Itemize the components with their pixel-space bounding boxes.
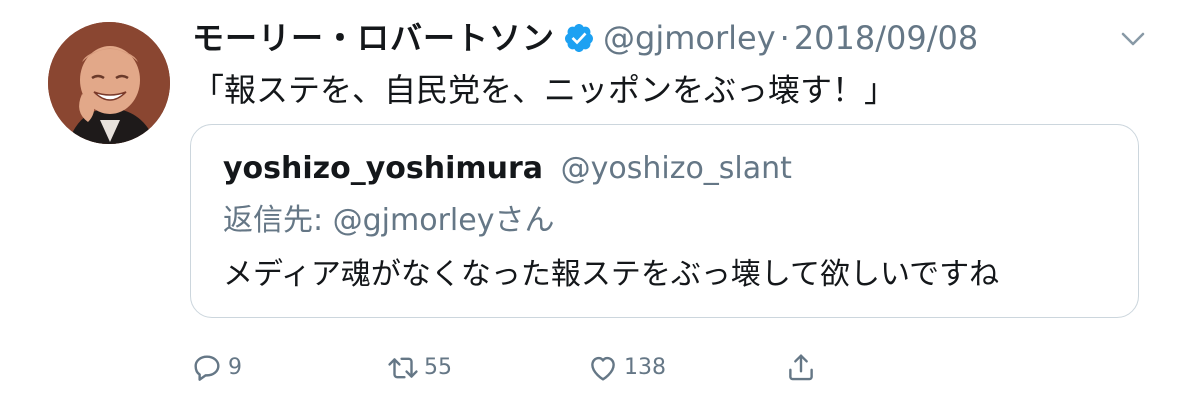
quoted-tweet-card[interactable]: yoshizo_yoshimura @yoshizo_slant 返信先: @g… — [190, 124, 1139, 318]
share-button[interactable] — [784, 350, 818, 384]
quoted-tweet-header: yoshizo_yoshimura @yoshizo_slant — [223, 149, 792, 189]
avatar[interactable] — [48, 22, 170, 144]
tweet-text: 「報ステを、自民党を、ニッポンをぶっ壊す！」 — [192, 71, 897, 109]
quoted-author-handle: @yoshizo_slant — [560, 151, 792, 186]
quoted-reply-to: 返信先: @gjmorleyさん — [223, 203, 555, 238]
author-handle[interactable]: @gjmorley — [603, 16, 776, 60]
retweet-button[interactable]: 55 — [386, 350, 452, 386]
retweet-count: 55 — [424, 355, 452, 380]
quoted-tweet-text: メディア魂がなくなった報ステをぶっ壊して欲しいですね — [223, 257, 1000, 292]
tweet-date[interactable]: 2018/09/08 — [794, 16, 978, 60]
tweet-header: モーリー・ロバートソン @gjmorley · 2018/09/08 — [192, 16, 978, 60]
chevron-down-icon[interactable] — [1118, 24, 1148, 54]
author-display-name[interactable]: モーリー・ロバートソン — [192, 16, 555, 60]
separator-dot: · — [779, 19, 790, 57]
like-count: 138 — [624, 355, 666, 380]
avatar-image — [48, 22, 170, 144]
like-icon — [591, 356, 615, 381]
reply-count: 9 — [228, 355, 242, 380]
reply-button[interactable]: 9 — [190, 350, 242, 386]
retweet-icon — [388, 357, 418, 379]
verified-badge-icon — [565, 24, 594, 52]
reply-icon — [194, 355, 220, 381]
share-icon — [789, 354, 813, 381]
quoted-author-display-name: yoshizo_yoshimura — [223, 151, 544, 186]
like-button[interactable]: 138 — [586, 350, 666, 386]
